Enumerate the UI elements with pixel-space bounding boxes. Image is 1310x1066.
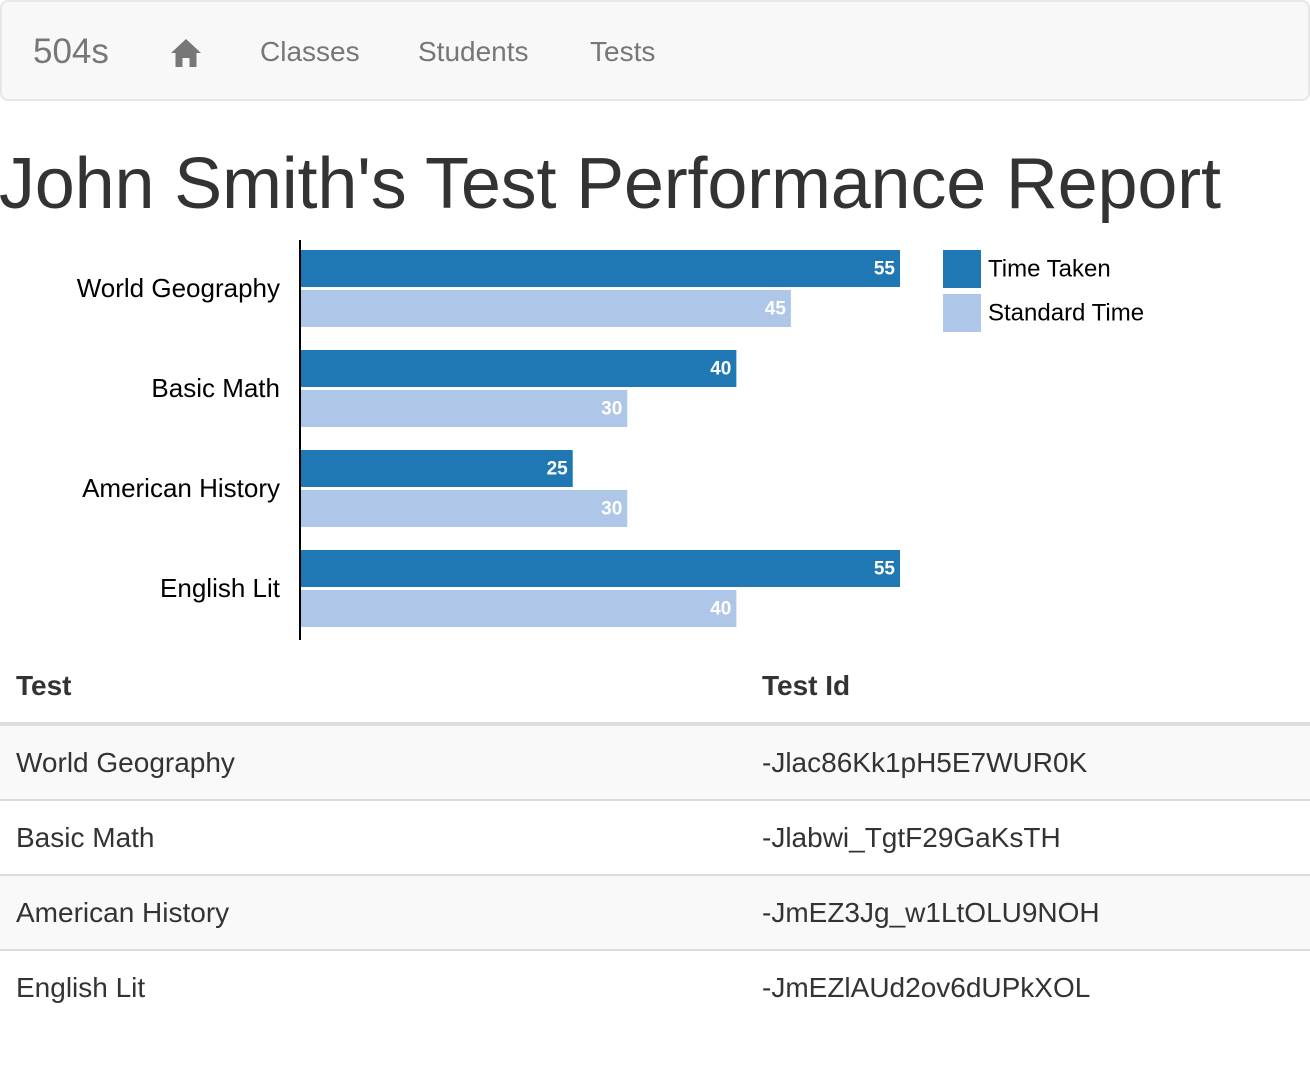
cell-test-name: Basic Math <box>0 800 746 876</box>
table-row: English Lit -JmEZlAUd2ov6dUPkXOL <box>0 950 1310 1024</box>
table-row: American History -JmEZ3Jg_w1LtOLU9NOH <box>0 875 1310 951</box>
cell-test-id: -JmEZlAUd2ov6dUPkXOL <box>762 971 1091 1003</box>
page-title: John Smith's Test Performance Report <box>0 144 1221 224</box>
data-label: 30 <box>601 499 622 520</box>
bar <box>300 550 900 587</box>
nav-classes-link[interactable]: Classes <box>260 2 360 101</box>
bar <box>300 290 791 327</box>
data-label: 40 <box>710 359 731 380</box>
tests-table: Test Test Id World Geography -Jlac86Kk1p… <box>0 650 1310 1024</box>
cell-test-id: -Jlac86Kk1pH5E7WUR0K <box>746 724 1310 801</box>
bar <box>300 490 628 527</box>
home-link[interactable] <box>170 38 202 68</box>
bar <box>300 350 737 387</box>
y-tick-label: World Geography <box>77 273 280 303</box>
nav-tests-link[interactable]: Tests <box>590 2 655 101</box>
y-tick-label: Basic Math <box>151 373 280 403</box>
y-tick-label: English Lit <box>160 573 281 603</box>
data-label: 45 <box>765 299 787 320</box>
navbar: 504s Classes Students Tests <box>0 0 1310 101</box>
tests-table-container: Test Test Id World Geography -Jlac86Kk1p… <box>0 650 1310 1024</box>
legend-label: Standard Time <box>988 299 1144 326</box>
bar <box>300 450 573 487</box>
cell-test-name: English Lit <box>16 971 146 1003</box>
cell-test-id: -JmEZ3Jg_w1LtOLU9NOH <box>746 875 1310 951</box>
home-icon <box>171 39 201 67</box>
cell-test-id: -Jlabwi_TgtF29GaKsTH <box>746 800 1310 876</box>
bar <box>300 590 737 627</box>
data-label: 40 <box>710 599 731 620</box>
data-label: 55 <box>874 259 896 280</box>
brand-link[interactable]: 504s <box>33 2 109 101</box>
legend-swatch <box>943 294 981 332</box>
header-test: Test <box>0 650 746 726</box>
data-label: 55 <box>874 559 896 580</box>
test-performance-chart: World Geography 55 45 Basic Math 40 30 America… <box>77 240 1144 640</box>
table-row: Basic Math -Jlabwi_TgtF29GaKsTH <box>0 800 1310 876</box>
header-test-id: Test Id <box>746 650 1310 726</box>
table-header-row: Test Test Id <box>0 650 1310 726</box>
legend-swatch <box>943 250 981 288</box>
cell-test-name: World Geography <box>0 724 746 801</box>
bar <box>300 390 628 427</box>
bar <box>300 250 900 287</box>
nav-students-link[interactable]: Students <box>418 2 529 101</box>
table-row: World Geography -Jlac86Kk1pH5E7WUR0K <box>0 724 1310 801</box>
cell-test-name: American History <box>0 875 746 951</box>
legend-label: Time Taken <box>988 255 1111 282</box>
data-label: 30 <box>601 399 622 420</box>
y-tick-label: American History <box>82 473 280 503</box>
data-label: 25 <box>547 459 569 480</box>
